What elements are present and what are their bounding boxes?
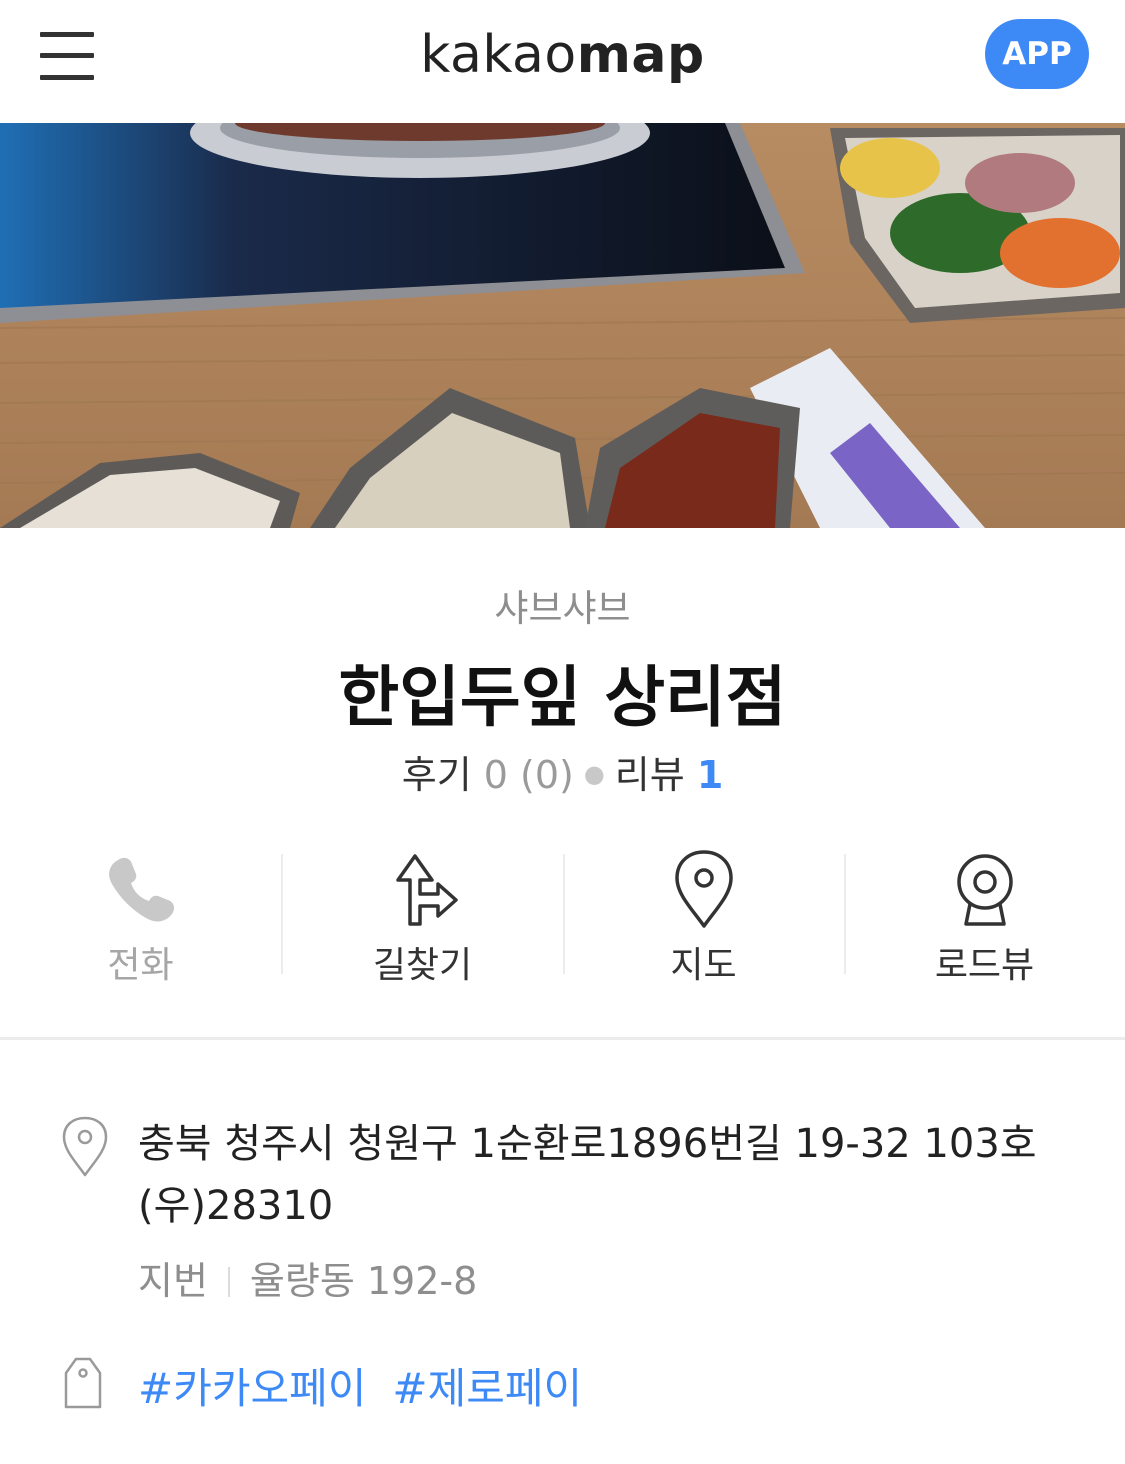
jibun-value: 율량동 192-8 [249, 1259, 478, 1303]
review-label: 후기 [401, 753, 472, 797]
blog-review-link[interactable]: 리뷰 1 [615, 753, 723, 797]
place-category: 샤브샤브 [494, 587, 631, 630]
tag-zeropay[interactable]: #제로페이 [392, 1364, 582, 1413]
logo-text-map: map [576, 25, 705, 85]
top-bar: kakaomap APP [0, 0, 1125, 123]
place-photo[interactable] [0, 123, 1125, 528]
jibun-label: 지번 [138, 1259, 208, 1303]
review-link[interactable]: 후기 0 (0) [402, 753, 574, 797]
jibun-address: 지번 율량동 192-8 [138, 1250, 477, 1305]
kakaomap-logo[interactable]: kakaomap [0, 20, 1125, 90]
jibun-separator [227, 1267, 230, 1297]
review-count: 0 (0) [483, 753, 574, 797]
tag-icon [64, 1357, 102, 1409]
call-button[interactable]: 전화 [0, 848, 281, 986]
directions-label: 길찾기 [372, 945, 473, 986]
roadview-button[interactable]: 로드뷰 [844, 848, 1125, 986]
logo-text-kakao: kakao [420, 25, 577, 85]
map-button[interactable]: 지도 [563, 848, 844, 986]
blog-review-count: 1 [696, 753, 724, 797]
call-label: 전화 [107, 945, 174, 986]
separator-dot: ● [583, 760, 605, 788]
tag-kakaopay[interactable]: #카카오페이 [138, 1364, 366, 1413]
directions-icon [396, 854, 458, 926]
action-bar: 전화 길찾기 지도 로드뷰 [0, 848, 1125, 986]
place-title: 한입두잎 상리점 [338, 659, 787, 736]
roadview-label: 로드뷰 [934, 945, 1035, 986]
section-divider [0, 1037, 1125, 1040]
map-label: 지도 [670, 945, 737, 986]
open-app-button[interactable]: APP [985, 19, 1089, 89]
tag-list: #카카오페이 #제로페이 [138, 1355, 608, 1416]
blog-review-label: 리뷰 [614, 753, 685, 797]
phone-icon [109, 857, 175, 922]
place-stats: 후기 0 (0) ● 리뷰 1 [0, 744, 1125, 799]
map-pin-icon [675, 850, 733, 928]
location-pin-icon [62, 1116, 108, 1177]
address-text[interactable]: 충북 청주시 청원구 1순환로1896번길 19-32 103호 (우)2831… [138, 1113, 1068, 1237]
directions-button[interactable]: 길찾기 [282, 848, 563, 986]
roadview-icon [957, 854, 1013, 926]
